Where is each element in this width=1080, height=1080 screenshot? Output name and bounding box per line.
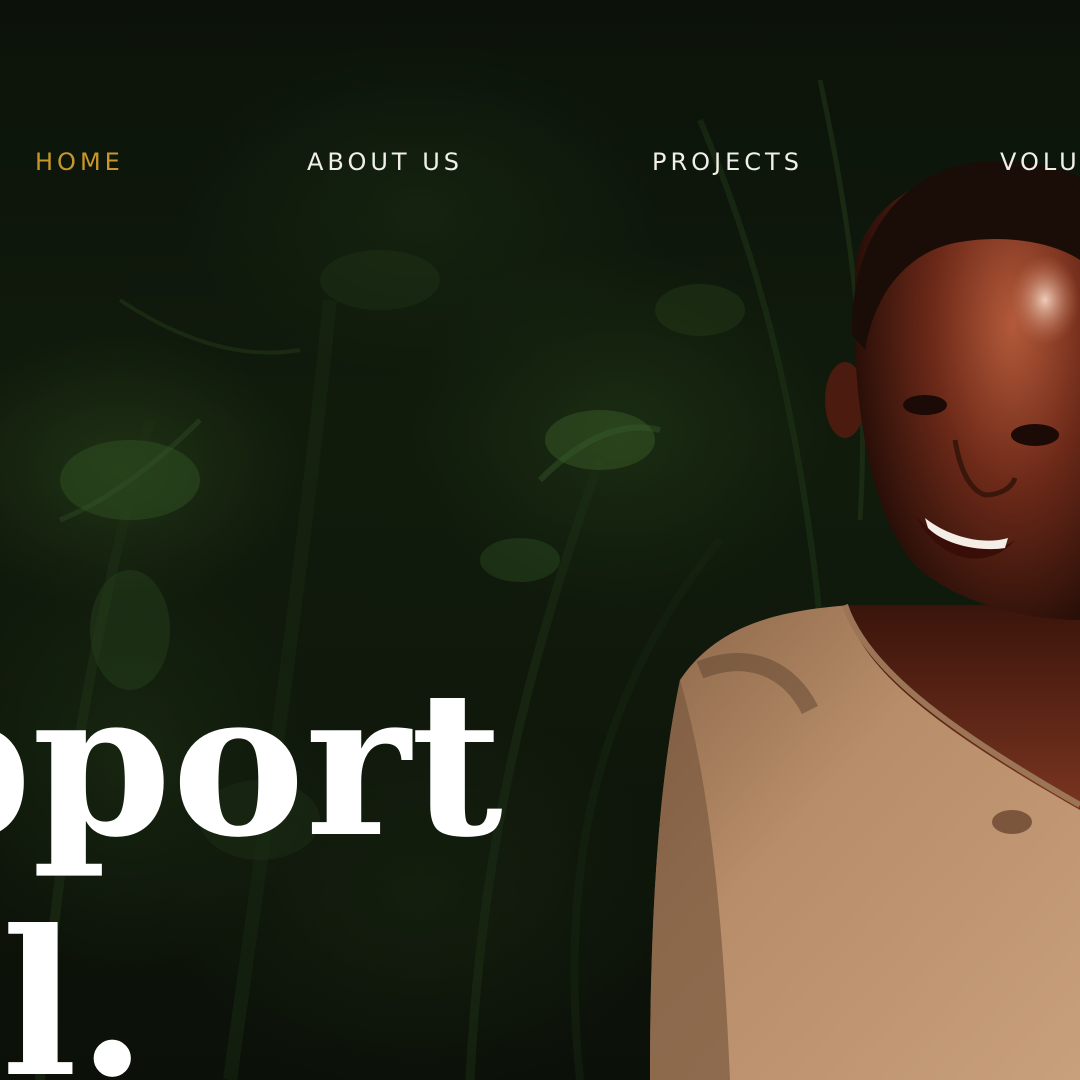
nav-item-volunteer[interactable]: VOLU (1000, 145, 1080, 179)
nav-item-home[interactable]: HOME (35, 145, 124, 179)
smiling-boy-photo (650, 161, 1080, 1080)
nav-item-about-us[interactable]: ABOUT US (307, 145, 463, 179)
main-navigation: HOME ABOUT US PROJECTS VOLU (0, 145, 1080, 181)
hero-section: HOME ABOUT US PROJECTS VOLU pport ful. (0, 0, 1080, 1080)
nav-item-projects[interactable]: PROJECTS (652, 145, 803, 179)
